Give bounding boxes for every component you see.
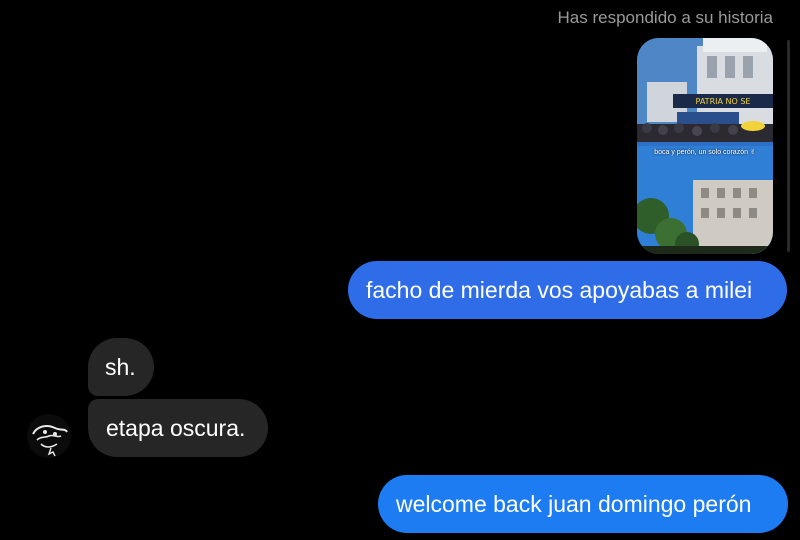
message-outgoing[interactable]: welcome back juan domingo perón: [378, 475, 788, 533]
message-incoming[interactable]: etapa oscura.: [88, 399, 268, 457]
story-caption: boca y perón, un solo corazón ✌: [654, 149, 756, 156]
message-outgoing[interactable]: facho de mierda vos apoyabas a milei: [348, 261, 787, 319]
avatar-image: [27, 414, 71, 458]
scrollbar[interactable]: [787, 40, 790, 252]
story-image: PATRIA NO SE: [637, 38, 773, 254]
story-reply-label: Has respondido a su historia: [557, 8, 773, 27]
message-incoming[interactable]: sh.: [88, 338, 154, 396]
avatar[interactable]: [27, 414, 71, 458]
svg-text:PATRIA NO SE: PATRIA NO SE: [696, 97, 751, 106]
story-thumbnail[interactable]: PATRIA NO SE boca y perón, un solo coraz…: [637, 38, 773, 254]
